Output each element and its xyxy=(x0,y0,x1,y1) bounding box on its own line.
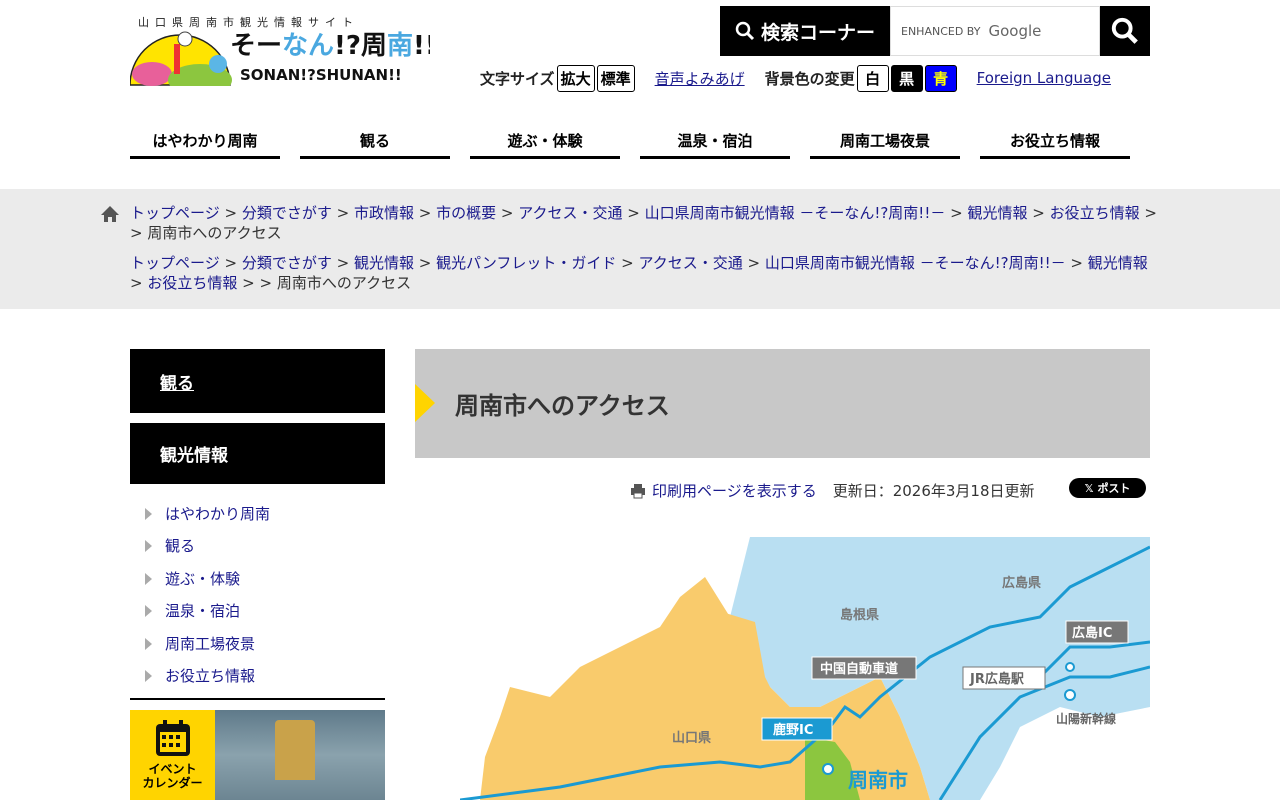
map-label-chugoku-expressway: 中国自動車道 xyxy=(820,661,898,677)
map-label-shimane-pref: 島根県 xyxy=(840,607,879,623)
event-calendar-tile: イベント カレンダー xyxy=(130,710,215,800)
page-meta: 印刷用ページを表示する 更新日：2026年3月18日更新 xyxy=(630,480,1035,501)
x-logo-icon: 𝕏 xyxy=(1084,481,1094,495)
map-label-kano-ic: 鹿野IC xyxy=(773,722,813,738)
sidebar-item: 観る xyxy=(130,530,385,562)
breadcrumb-link[interactable]: 分類でさがす xyxy=(242,254,332,272)
sidebar-heading-kanko: 観光情報 xyxy=(130,423,385,484)
search-label-text: 検索コーナー xyxy=(760,21,875,44)
breadcrumb-link[interactable]: 市政情報 xyxy=(354,204,414,222)
breadcrumb-link[interactable]: 市の概要 xyxy=(436,204,496,222)
breadcrumb-link[interactable]: 観光情報 xyxy=(1088,254,1148,272)
print-link-text: 印刷用ページを表示する xyxy=(652,482,817,500)
sidebar-item: お役立ち情報 xyxy=(130,660,385,692)
x-post-button[interactable]: 𝕏 ポスト xyxy=(1069,478,1146,498)
sidebar-list: はやわかり周南 観る 遊ぶ・体験 温泉・宿泊 周南工場夜景 お役立ち情報 xyxy=(130,484,385,701)
breadcrumb-link[interactable]: 観光パンフレット・ガイド xyxy=(436,254,616,272)
logo-romaji: SONAN!?SHUNAN!! xyxy=(240,66,402,84)
sidebar-item: 遊ぶ・体験 xyxy=(130,563,385,595)
sidebar-item: 温泉・宿泊 xyxy=(130,595,385,627)
map-label-shunan: 周南市 xyxy=(848,768,908,792)
nav-miru[interactable]: 観る xyxy=(300,130,450,159)
logo-tagline: 山口県周南市観光情報サイト xyxy=(138,16,359,29)
breadcrumb-link[interactable]: お役立ち情報 xyxy=(147,274,237,292)
sidebar-link[interactable]: はやわかり周南 xyxy=(165,505,270,523)
font-size-label: 文字サイズ xyxy=(480,69,555,88)
printer-icon xyxy=(631,483,645,498)
search-corner-label: 検索コーナー xyxy=(720,6,890,56)
breadcrumb-link[interactable]: 観光情報 xyxy=(354,254,414,272)
sidebar: 観る 観光情報 はやわかり周南 観る 遊ぶ・体験 温泉・宿泊 周南工場夜景 お役… xyxy=(130,349,385,800)
map-graphic: 広島県 島根県 山口県 山陽新幹線 中国自動車道 広島IC JR広島駅 鹿野IC… xyxy=(460,537,1150,800)
post-label: ポスト xyxy=(1097,482,1131,495)
breadcrumb: トップページ > 分類でさがす > 市政情報 > 市の概要 > アクセス・交通 … xyxy=(130,204,1157,242)
event-calendar-banner[interactable]: イベント カレンダー xyxy=(130,710,385,800)
nav-useful-info[interactable]: お役立ち情報 xyxy=(980,130,1130,159)
sidebar-heading-miru[interactable]: 観る xyxy=(130,349,385,413)
bg-white-button[interactable]: 白 xyxy=(856,64,889,92)
event-calendar-label: イベント カレンダー xyxy=(142,762,203,791)
font-enlarge-button[interactable]: 拡大 xyxy=(556,64,595,92)
event-photo xyxy=(215,710,385,800)
search-button[interactable] xyxy=(1100,6,1150,56)
breadcrumb-link[interactable]: トップページ xyxy=(130,204,220,222)
global-nav: はやわかり周南 観る 遊ぶ・体験 温泉・宿泊 周南工場夜景 お役立ち情報 xyxy=(130,130,1130,159)
breadcrumb-current: 周南市へのアクセス xyxy=(276,274,412,292)
access-map: 広島県 島根県 山口県 山陽新幹線 中国自動車道 広島IC JR広島駅 鹿野IC… xyxy=(460,537,1150,800)
font-standard-button[interactable]: 標準 xyxy=(596,64,635,92)
search-input[interactable]: ENHANCED BY Google xyxy=(890,6,1100,56)
updated-date: 更新日：2026年3月18日更新 xyxy=(832,482,1035,500)
speech-link[interactable]: 音声よみあげ xyxy=(655,68,745,89)
breadcrumb-link[interactable]: 分類でさがす xyxy=(242,204,332,222)
nav-asobu[interactable]: 遊ぶ・体験 xyxy=(470,130,620,159)
map-label-jr-hiroshima: JR広島駅 xyxy=(969,671,1025,687)
breadcrumb-area: トップページ > 分類でさがす > 市政情報 > 市の概要 > アクセス・交通 … xyxy=(0,189,1280,309)
bg-black-button[interactable]: 黒 xyxy=(890,64,923,92)
search-icon xyxy=(1111,17,1138,44)
nav-hayawakari[interactable]: はやわかり周南 xyxy=(130,130,280,159)
nav-onsen[interactable]: 温泉・宿泊 xyxy=(640,130,790,159)
print-link[interactable]: 印刷用ページを表示する xyxy=(630,480,817,501)
home-icon xyxy=(101,206,119,222)
breadcrumb-link[interactable]: アクセス・交通 xyxy=(638,254,742,272)
nav-factory-night[interactable]: 周南工場夜景 xyxy=(810,130,960,159)
bg-blue-button[interactable]: 青 xyxy=(924,64,957,92)
sidebar-link[interactable]: 周南工場夜景 xyxy=(165,635,255,653)
bg-color-label: 背景色の変更 xyxy=(764,69,855,88)
calendar-icon xyxy=(155,720,190,757)
sidebar-link[interactable]: お役立ち情報 xyxy=(165,667,255,685)
svg-text:そーなん!?周南!!: そーなん!?周南!! xyxy=(230,31,430,61)
search-placeholder-prefix: ENHANCED BY xyxy=(901,24,981,38)
breadcrumb-link[interactable]: トップページ xyxy=(130,254,220,272)
breadcrumb-link[interactable]: 山口県周南市観光情報 －そーなん!?周南!!－ xyxy=(645,204,946,222)
map-label-hiroshima-pref: 広島県 xyxy=(1002,575,1041,591)
breadcrumb-link[interactable]: 観光情報 xyxy=(967,204,1027,222)
map-label-yamaguchi-pref: 山口県 xyxy=(672,730,711,746)
sidebar-item: 周南工場夜景 xyxy=(130,628,385,660)
breadcrumb-link[interactable]: アクセス・交通 xyxy=(518,204,622,222)
sidebar-item: はやわかり周南 xyxy=(130,498,385,530)
search-placeholder-brand: Google xyxy=(988,22,1042,40)
sidebar-link[interactable]: 温泉・宿泊 xyxy=(165,602,240,620)
breadcrumb-link[interactable]: 山口県周南市観光情報 －そーなん!?周南!!－ xyxy=(765,254,1066,272)
map-label-sanyo-shinkansen: 山陽新幹線 xyxy=(1056,711,1116,726)
site-logo[interactable]: 山口県周南市観光情報サイト そーなん!?周南!! SONAN!?SHUNAN!! xyxy=(129,14,437,96)
breadcrumb: トップページ > 分類でさがす > 観光情報 > 観光パンフレット・ガイド > … xyxy=(130,254,1148,292)
breadcrumb-current: 周南市へのアクセス xyxy=(147,224,282,242)
page-title: 周南市へのアクセス xyxy=(415,349,1150,458)
search-icon xyxy=(735,21,755,41)
accessibility-tools: 文字サイズ 拡大 標準 音声よみあげ 背景色の変更 白 黒 青 Foreign … xyxy=(480,64,1131,92)
sidebar-link[interactable]: 遊ぶ・体験 xyxy=(165,570,240,588)
breadcrumb-link[interactable]: お役立ち情報 xyxy=(1050,204,1140,222)
map-label-hiroshima-ic: 広島IC xyxy=(1072,625,1112,641)
sidebar-link[interactable]: 観る xyxy=(165,537,195,555)
foreign-language-link[interactable]: Foreign Language xyxy=(977,69,1111,87)
